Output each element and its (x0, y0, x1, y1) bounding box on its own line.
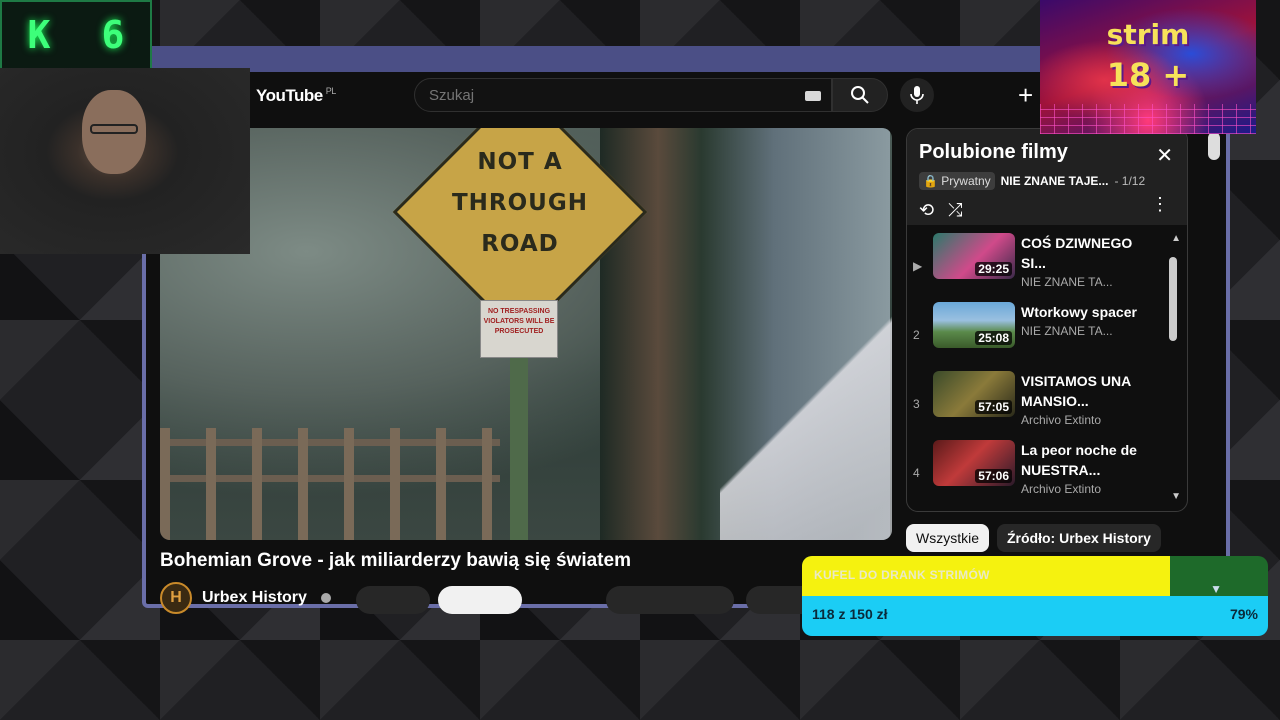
small-sign-line: VIOLATORS WILL BE (483, 318, 555, 325)
strim-age: 18 + (1106, 56, 1190, 94)
goal-title: KUFEL DO DRANK STRIMÓW (814, 568, 990, 582)
microphone-icon (910, 86, 924, 104)
like-button[interactable] (606, 586, 734, 614)
create-button[interactable]: + (1018, 80, 1033, 111)
privacy-badge: 🔒 Prywatny (919, 172, 995, 190)
playlist-item-channel: NIE ZNANE TA... (1021, 324, 1113, 338)
search-input[interactable] (429, 86, 809, 104)
playlist-item-channel: NIE ZNANE TA... (1021, 275, 1113, 289)
playlist-title[interactable]: Polubione filmy (919, 141, 1175, 164)
strim-title: strim (1106, 18, 1190, 51)
more-options-icon[interactable]: ⋮ (1151, 194, 1169, 215)
logo-text: YouTube (256, 86, 323, 105)
subscribe-button[interactable] (438, 586, 522, 614)
youtube-logo[interactable]: YouTube PL (256, 86, 336, 106)
video-title: Bohemian Grove - jak miliarderzy bawią s… (160, 550, 631, 571)
playlist-item-index: 4 (913, 466, 920, 480)
playlist-item-title: Wtorkowy spacer (1021, 304, 1137, 320)
playlist-item-channel: Archivo Extinto (1021, 413, 1102, 427)
goal-percent: 79% (1229, 606, 1258, 622)
video-thumbnail[interactable]: 25:08 (933, 302, 1015, 348)
playlist-items: ▶ 29:25 COŚ DZIWNEGO SI... NIE ZNANE TA..… (907, 225, 1187, 511)
strim-banner: strim 18 + (1040, 0, 1256, 134)
playlist-item-title: VISITAMOS UNA MANSIO... (1021, 373, 1131, 409)
counter-right: 6 (101, 13, 125, 57)
search-box[interactable] (414, 78, 832, 112)
voice-search-button[interactable] (900, 78, 934, 112)
donation-goal-widget: KUFEL DO DRANK STRIMÓW ▼ 118 z 150 zł 79… (802, 556, 1268, 636)
video-thumbnail[interactable]: 57:06 (933, 440, 1015, 486)
playlist-item-index: 2 (913, 328, 920, 342)
goal-amount: 118 z 150 zł (812, 606, 888, 622)
chip-source[interactable]: Źródło: Urbex History (997, 524, 1161, 552)
counter-overlay: K 6 (0, 0, 152, 70)
playlist-position: - 1/12 (1114, 174, 1146, 188)
counter-left: K (27, 13, 51, 57)
video-scene-glare (720, 248, 892, 540)
channel-name[interactable]: Urbex History (202, 589, 307, 607)
small-sign-line: PROSECUTED (494, 328, 544, 335)
chevron-down-icon: ▼ (1210, 582, 1222, 596)
playlist-controls: ⟲ ⤮ (919, 200, 1175, 221)
playlist-item[interactable]: 2 25:08 Wtorkowy spacer NIE ZNANE TA... (907, 302, 1187, 371)
playlist-meta: 🔒 Prywatny NIE ZNANE TAJE... - 1/12 (919, 172, 1175, 190)
small-sign-line: NO TRESPASSING (487, 308, 551, 315)
road-sign-text: NOT A THROUGH ROAD (451, 149, 588, 257)
page-scrollbar[interactable] (1208, 132, 1220, 160)
playlist-item-index: 3 (913, 397, 920, 411)
video-thumbnail[interactable]: 29:25 (933, 233, 1015, 279)
keyboard-icon[interactable] (805, 91, 821, 101)
shuffle-icon[interactable]: ⤮ (948, 200, 962, 221)
strim-grid-decoration (1040, 104, 1256, 134)
playlist-panel: Polubione filmy ✕ 🔒 Prywatny NIE ZNANE T… (906, 128, 1188, 512)
streamer-glasses (90, 124, 138, 134)
no-trespassing-sign: NO TRESPASSING VIOLATORS WILL BE PROSECU… (480, 300, 558, 358)
search-button[interactable] (832, 78, 888, 112)
loop-icon[interactable]: ⟲ (919, 200, 934, 221)
playlist-item[interactable]: ▶ 29:25 COŚ DZIWNEGO SI... NIE ZNANE TA..… (907, 233, 1187, 302)
search-icon (851, 86, 869, 104)
playlist-item-channel: Archivo Extinto (1021, 482, 1102, 496)
duration-badge: 29:25 (975, 262, 1012, 276)
playlist-item[interactable]: 4 57:06 La peor noche de NUESTRA... Archi… (907, 440, 1187, 509)
scroll-up-arrow-icon[interactable]: ▲ (1171, 233, 1181, 244)
playlist-item-title: COŚ DZIWNEGO SI... (1021, 235, 1133, 271)
playlist-current-name[interactable]: NIE ZNANE TAJE... (1001, 174, 1109, 188)
video-player[interactable]: NOT A THROUGH ROAD NO TRESPASSING VIOLAT… (160, 128, 892, 540)
channel-avatar[interactable]: H (160, 582, 192, 614)
privacy-label: Prywatny (941, 174, 991, 188)
playing-indicator: ▶ (913, 259, 923, 273)
verified-icon (320, 593, 331, 603)
join-button[interactable] (356, 586, 430, 614)
playlist-item-title: La peor noche de NUESTRA... (1021, 442, 1137, 478)
duration-badge: 25:08 (975, 331, 1012, 345)
webcam-overlay (0, 68, 250, 254)
channel-row: H Urbex History (160, 582, 331, 614)
video-scene-fence (160, 428, 500, 540)
playlist-item[interactable]: 3 57:05 VISITAMOS UNA MANSIO... Archivo E… (907, 371, 1187, 440)
close-icon[interactable]: ✕ (1156, 143, 1173, 168)
logo-region: PL (325, 86, 337, 97)
video-scene-pole (510, 328, 528, 540)
duration-badge: 57:06 (975, 469, 1012, 483)
video-thumbnail[interactable]: 57:05 (933, 371, 1015, 417)
chip-all[interactable]: Wszystkie (906, 524, 989, 552)
playlist-scrollbar[interactable] (1169, 257, 1177, 341)
playlist-header: Polubione filmy ✕ 🔒 Prywatny NIE ZNANE T… (907, 129, 1187, 225)
scroll-down-arrow-icon[interactable]: ▼ (1171, 491, 1181, 502)
duration-badge: 57:05 (975, 400, 1012, 414)
recommendation-chips: Wszystkie Źródło: Urbex History (906, 524, 1161, 552)
